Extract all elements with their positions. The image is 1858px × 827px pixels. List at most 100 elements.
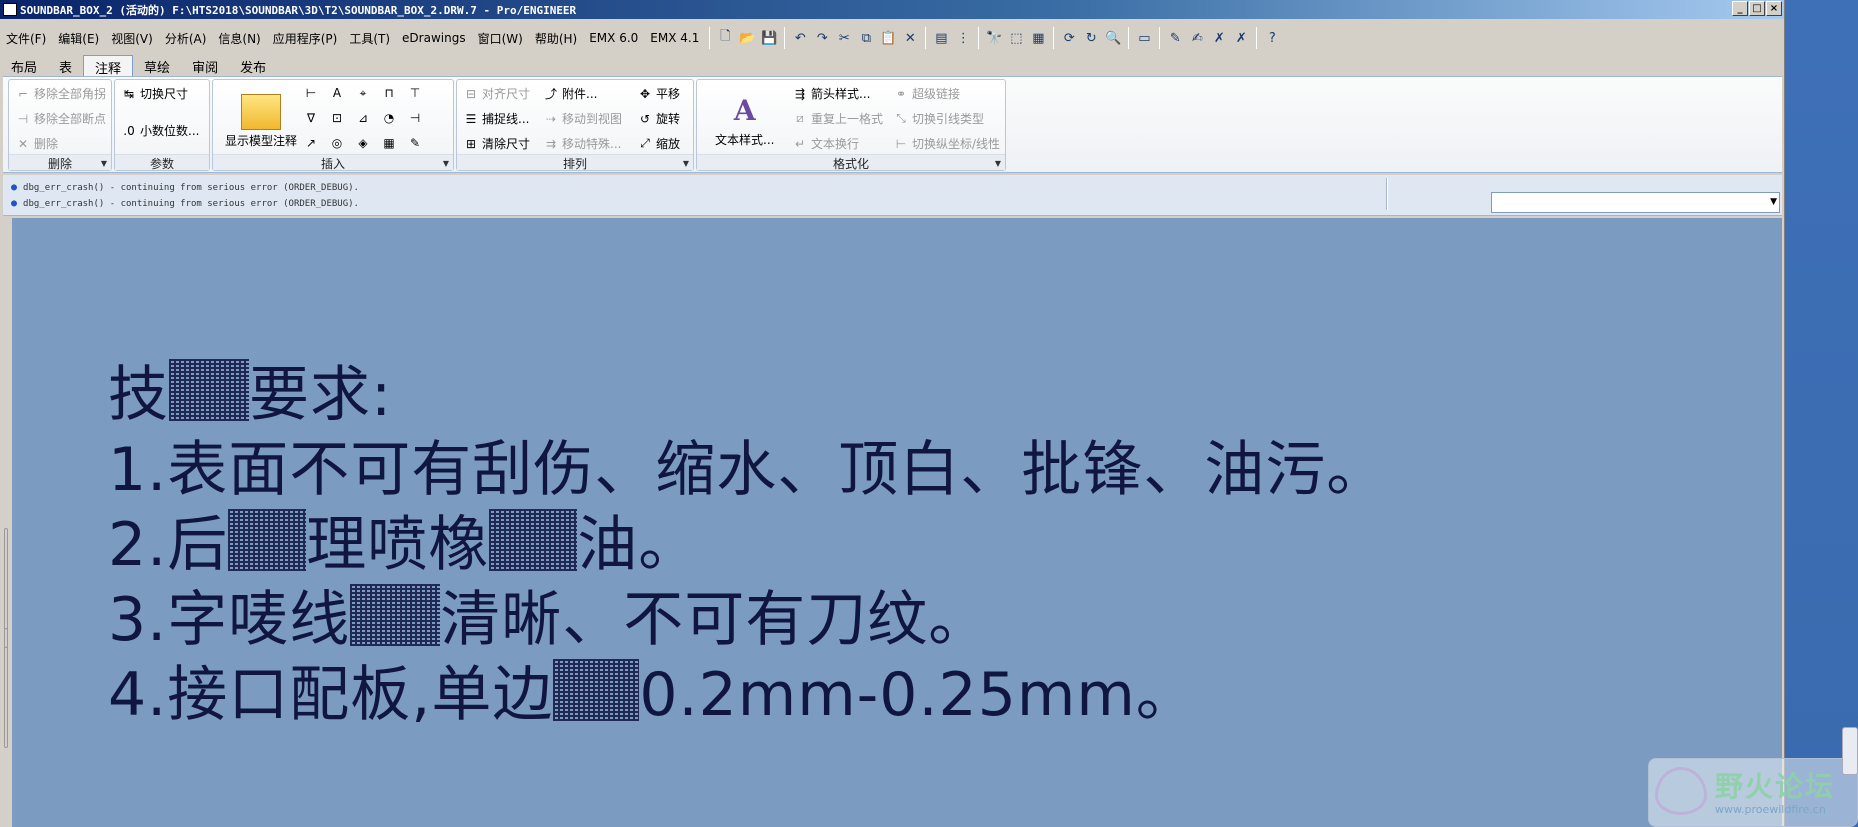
symbol-icon[interactable]: ⊡ [329, 110, 345, 126]
watermark-url: www.proewildfire.cn [1715, 803, 1826, 816]
hyperlink-button[interactable]: ⚭ 超级链接 [893, 85, 960, 102]
delete-tool-icon[interactable]: ✗ [1232, 29, 1250, 47]
rotate-button[interactable]: ↺ 旋转 [637, 110, 680, 127]
delete-icon[interactable]: ✕ [901, 29, 919, 47]
paste-icon[interactable]: 📋 [879, 29, 897, 47]
menu-applications[interactable]: 应用程序(P) [267, 30, 344, 47]
group-expand-icon[interactable]: ▼ [101, 159, 107, 168]
datum-icon[interactable]: ⊿ [355, 110, 371, 126]
maximize-button[interactable]: □ [1749, 1, 1765, 16]
table-icon[interactable]: ▦ [381, 135, 397, 151]
balloon-icon[interactable]: ◔ [381, 110, 397, 126]
app-icon [3, 3, 17, 16]
view-manager-icon[interactable]: ▭ [1135, 29, 1153, 47]
title-bar: SOUNDBAR_BOX_2 (活动的) F:\HTS2018\SOUNDBAR… [0, 0, 1784, 19]
menu-tools[interactable]: 工具(T) [343, 30, 396, 47]
save-icon[interactable]: 💾 [760, 29, 778, 47]
menu-window[interactable]: 窗口(W) [472, 30, 529, 47]
open-icon[interactable]: 📂 [738, 29, 756, 47]
arrow-style-button[interactable]: ⇶ 箭头样式... [792, 85, 870, 102]
move-to-view-button[interactable]: ⇢ 移动到视图 [543, 110, 622, 127]
menu-info[interactable]: 信息(N) [212, 30, 266, 47]
sketch-tool-icon[interactable]: ✎ [1166, 29, 1184, 47]
menu-edit[interactable]: 编辑(E) [52, 30, 105, 47]
tab-sketch[interactable]: 草绘 [133, 55, 181, 76]
side-panel-handle[interactable] [0, 218, 12, 827]
show-model-annotations-button[interactable]: 显示模型注释 [225, 94, 297, 149]
find-icon[interactable]: 🔭 [985, 29, 1003, 47]
menu-edrawings[interactable]: eDrawings [396, 31, 472, 45]
tree-icon[interactable]: ⋮ [954, 29, 972, 47]
toolbar-separator [1128, 27, 1130, 49]
menu-emx6[interactable]: EMX 6.0 [583, 31, 644, 45]
scale-button[interactable]: ⤢ 缩放 [637, 135, 680, 152]
move-special-button[interactable]: ⇉ 移动特殊... [543, 135, 621, 152]
new-icon[interactable]: 🗋 [716, 29, 734, 47]
repaint-icon[interactable]: ↻ [1082, 29, 1100, 47]
tab-publish[interactable]: 发布 [229, 55, 277, 76]
align-dimensions-button[interactable]: ⊟ 对齐尺寸 [463, 85, 530, 102]
toggle-ordinate-button[interactable]: ⊢ 切换纵坐标/线性 [893, 135, 1000, 152]
note-icon[interactable]: A [329, 85, 345, 101]
repeat-format-button[interactable]: ⧄ 重复上一格式 [792, 110, 883, 127]
gtol-icon[interactable]: ⌖ [355, 85, 371, 101]
properties-icon[interactable]: ▦ [1029, 29, 1047, 47]
menu-file[interactable]: 文件(F) [0, 30, 52, 47]
edit-tool-icon[interactable]: ✍ [1188, 29, 1206, 47]
clean-dimensions-button[interactable]: ⊞ 清除尺寸 [463, 135, 530, 152]
toolbar-separator [709, 27, 711, 49]
sketch-icon[interactable]: ✎ [407, 135, 423, 151]
menu-analysis[interactable]: 分析(A) [159, 30, 213, 47]
technical-requirements-note[interactable]: 技 要求: 1.表面不可有刮伤、缩水、顶白、批锋、油污。 2.后 理喷橡 油。 3.字… [108, 358, 1387, 733]
desktop-widget[interactable] [1842, 727, 1858, 775]
attachment-button[interactable]: ⤴ 附件... [543, 85, 597, 102]
move-button[interactable]: ✥ 平移 [637, 85, 680, 102]
surface-finish-icon[interactable]: ∇ [303, 110, 319, 126]
text-style-button[interactable]: A 文本样式... [715, 94, 774, 148]
group-expand-icon[interactable]: ▼ [683, 159, 689, 168]
repeat-format-label: 重复上一格式 [811, 112, 884, 126]
select-box-icon[interactable]: ⬚ [1007, 29, 1025, 47]
cut-icon[interactable]: ✂ [835, 29, 853, 47]
menu-view[interactable]: 视图(V) [105, 30, 159, 47]
ordinate-icon[interactable]: ⊓ [381, 85, 397, 101]
close-button[interactable]: × [1766, 1, 1782, 16]
text-wrap-button[interactable]: ↵ 文本换行 [792, 135, 859, 152]
forum-watermark: 野火论坛 www.proewildfire.cn [1648, 758, 1858, 827]
context-help-icon[interactable]: ? [1263, 29, 1281, 47]
remove-all-jogs-button[interactable]: ⌐ 移除全部角拐 [15, 85, 106, 102]
reference-dim-icon[interactable]: ⊤ [407, 85, 423, 101]
toggle-dimension-button[interactable]: ↹ 切换尺寸 [121, 85, 188, 102]
menu-help[interactable]: 帮助(H) [529, 30, 583, 47]
chevron-down-icon[interactable]: ▼ [1770, 197, 1777, 207]
regenerate-icon[interactable]: ⟳ [1060, 29, 1078, 47]
leader-icon[interactable]: ↗ [303, 135, 319, 151]
toggle-leader-type-button[interactable]: ⤡ 切换引线类型 [893, 110, 984, 127]
tab-table[interactable]: 表 [48, 55, 83, 76]
erase-tool-icon[interactable]: ✗ [1210, 29, 1228, 47]
undo-icon[interactable]: ↶ [791, 29, 809, 47]
layer-icon[interactable]: ▤ [932, 29, 950, 47]
zoom-icon[interactable]: 🔍 [1104, 29, 1122, 47]
dimension-icon[interactable]: ⊢ [303, 85, 319, 101]
cosmetic-icon[interactable]: ◈ [355, 135, 371, 151]
tab-annotate[interactable]: 注释 [83, 55, 134, 77]
target-icon[interactable]: ◎ [329, 135, 345, 151]
axis-icon[interactable]: ⊣ [407, 110, 423, 126]
copy-icon[interactable]: ⧉ [857, 29, 875, 47]
group-expand-icon[interactable]: ▼ [443, 159, 449, 168]
tab-layout[interactable]: 布局 [0, 55, 48, 76]
selection-filter-dropdown[interactable]: ▼ [1491, 192, 1780, 213]
redo-icon[interactable]: ↷ [813, 29, 831, 47]
snap-lines-button[interactable]: ☰ 捕捉线... [463, 110, 530, 127]
tab-review[interactable]: 审阅 [181, 55, 229, 76]
message-splitter[interactable] [1386, 178, 1388, 210]
menu-emx41[interactable]: EMX 4.1 [644, 31, 705, 45]
decimal-places-button[interactable]: .0 小数位数... [121, 122, 199, 139]
delete-button[interactable]: ✕ 删除 [15, 135, 58, 152]
move-to-view-label: 移动到视图 [562, 112, 623, 126]
remove-all-breaks-button[interactable]: ⊣ 移除全部断点 [15, 110, 106, 127]
sash-notch[interactable] [4, 628, 8, 748]
group-expand-icon[interactable]: ▼ [995, 159, 1001, 168]
minimize-button[interactable]: _ [1732, 1, 1748, 16]
